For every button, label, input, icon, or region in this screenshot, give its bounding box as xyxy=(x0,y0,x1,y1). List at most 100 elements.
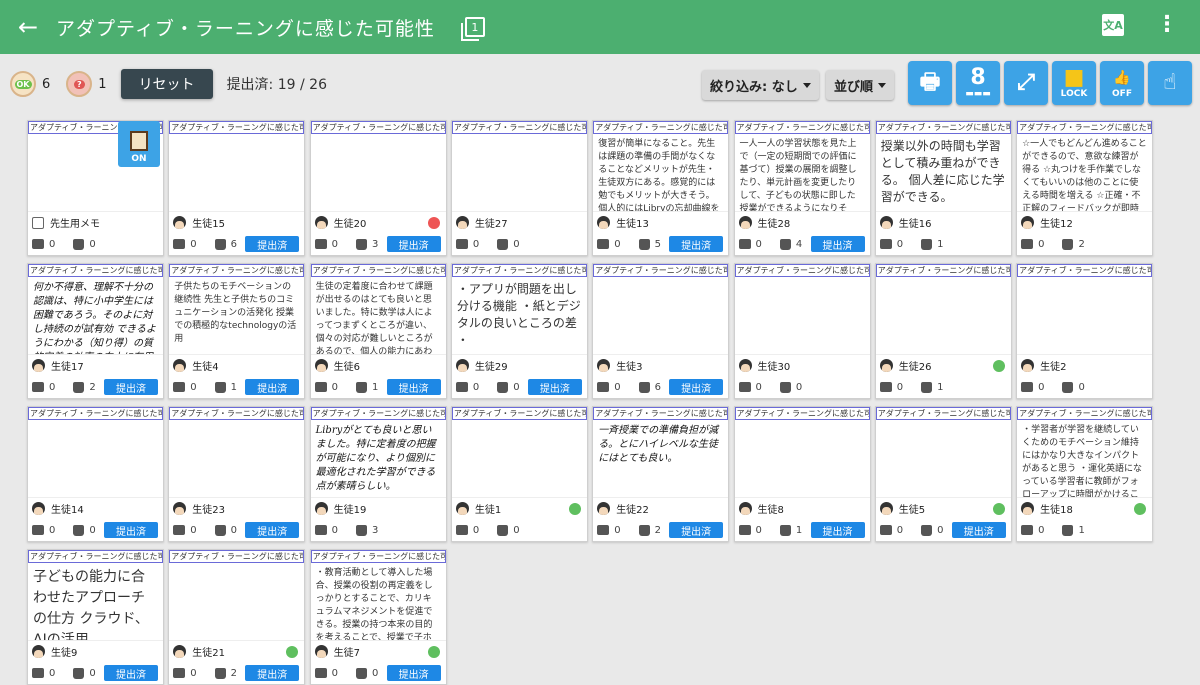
student-card[interactable]: アダプティブ・ラーニングに感じた可能性・学習者が学習を継続していくためのモチベー… xyxy=(1016,406,1154,542)
student-card[interactable]: アダプティブ・ラーニングに感じた可能性生徒21 0 2 提出済 xyxy=(168,549,306,685)
submitted-button[interactable]: 提出済 xyxy=(245,236,300,252)
student-card[interactable]: アダプティブ・ラーニングに感じた可能性子どもの能力に合わせたアプローチの仕方 ク… xyxy=(27,549,164,685)
comment-icon[interactable] xyxy=(597,382,610,392)
back-arrow-icon[interactable]: ← xyxy=(10,9,46,45)
like-icon[interactable] xyxy=(779,524,791,536)
comment-icon[interactable] xyxy=(173,239,186,249)
comment-icon[interactable] xyxy=(455,525,468,535)
like-icon[interactable] xyxy=(73,238,85,250)
count-button[interactable]: 8 ▬▬▬ xyxy=(956,61,1000,105)
like-icon[interactable] xyxy=(73,524,85,536)
like-icon[interactable] xyxy=(497,238,509,250)
comment-icon[interactable] xyxy=(455,239,468,249)
student-card[interactable]: アダプティブ・ラーニングに感じた可能性生徒2700 xyxy=(450,120,588,256)
comment-icon[interactable] xyxy=(597,525,610,535)
student-card[interactable]: アダプティブ・ラーニングに感じた可能性生徒2601 xyxy=(874,263,1012,399)
comment-icon[interactable] xyxy=(879,382,892,392)
comment-icon[interactable] xyxy=(32,239,44,249)
reset-button[interactable]: リセット xyxy=(120,69,213,99)
student-card[interactable]: アダプティブ・ラーニングに感じた可能性子供たちのモチベーションの継続性 先生と子… xyxy=(168,263,306,399)
submitted-button[interactable]: 提出済 xyxy=(245,379,300,395)
student-card[interactable]: アダプティブ・ラーニングに感じた可能性生徒8 0 1 提出済 xyxy=(733,406,871,542)
comment-icon[interactable] xyxy=(314,668,327,678)
comment-icon[interactable] xyxy=(314,525,327,535)
like-icon[interactable] xyxy=(638,524,650,536)
like-icon[interactable] xyxy=(73,667,85,679)
submitted-button[interactable]: 提出済 xyxy=(104,379,158,395)
comment-icon[interactable] xyxy=(738,525,751,535)
student-card[interactable]: アダプティブ・ラーニングに感じた可能性授業以外の時間も学習として積み重ねができる… xyxy=(874,120,1012,256)
submitted-button[interactable]: 提出済 xyxy=(527,379,582,395)
memo-on-toggle[interactable]: ON xyxy=(118,121,160,167)
comment-icon[interactable] xyxy=(173,382,186,392)
print-button[interactable]: 🖶 xyxy=(908,61,952,105)
student-card[interactable]: アダプティブ・ラーニングに感じた可能性生徒3 0 6 提出済 xyxy=(592,263,730,399)
submitted-button[interactable]: 提出済 xyxy=(245,665,300,681)
comment-icon[interactable] xyxy=(879,239,892,249)
student-card[interactable]: アダプティブ・ラーニングに感じた可能性一人一人の学習状態を見た上で（一定の短期間… xyxy=(733,120,871,256)
comment-icon[interactable] xyxy=(173,668,186,678)
submitted-button[interactable]: 提出済 xyxy=(810,236,865,252)
student-card[interactable]: アダプティブ・ラーニングに感じた可能性復習が簡単になること。先生は課題の準備の手… xyxy=(592,120,730,256)
student-card[interactable]: アダプティブ・ラーニングに感じた可能性 Libryがとても良いと思いました。特に定… xyxy=(309,406,447,542)
student-card[interactable]: アダプティブ・ラーニングに感じた可能性何か不得意、理解不十分の認識は、特に小中学… xyxy=(27,263,164,399)
student-card[interactable]: アダプティブ・ラーニングに感じた可能性生徒23 0 0 提出済 xyxy=(168,406,306,542)
question-avatar-icon[interactable]: ? xyxy=(66,71,93,97)
translate-icon[interactable]: 文A xyxy=(1102,14,1124,36)
submitted-button[interactable]: 提出済 xyxy=(104,665,158,681)
filter-dropdown[interactable]: 絞り込み: なし xyxy=(702,70,819,100)
like-icon[interactable] xyxy=(638,381,650,393)
like-icon[interactable] xyxy=(638,238,650,250)
like-icon[interactable] xyxy=(355,381,367,393)
comment-icon[interactable] xyxy=(314,382,327,392)
like-icon[interactable] xyxy=(214,524,226,536)
sort-dropdown[interactable]: 並び順 xyxy=(826,70,895,100)
student-card[interactable]: アダプティブ・ラーニングに感じた可能性 ☆一人でもどんどん進めることができるので、… xyxy=(1016,120,1154,256)
submitted-button[interactable]: 提出済 xyxy=(951,522,1006,538)
lock-button[interactable]: ■ LOCK xyxy=(1052,61,1096,105)
pointer-button[interactable]: ☝ xyxy=(1148,61,1192,105)
submitted-button[interactable]: 提出済 xyxy=(669,379,724,395)
like-icon[interactable] xyxy=(921,524,933,536)
submitted-button[interactable]: 提出済 xyxy=(669,236,724,252)
comment-icon[interactable] xyxy=(738,382,751,392)
student-card[interactable]: アダプティブ・ラーニングに感じた可能性生徒14 0 0 提出済 xyxy=(27,406,164,542)
like-icon[interactable] xyxy=(214,381,226,393)
comment-icon[interactable] xyxy=(879,525,892,535)
student-card[interactable]: アダプティブ・ラーニングに感じた可能性生徒3000 xyxy=(733,263,871,399)
comment-icon[interactable] xyxy=(455,382,468,392)
student-card[interactable]: アダプティブ・ラーニングに感じた可能性生徒20 0 3 提出済 xyxy=(309,120,447,256)
student-card[interactable]: アダプティブ・ラーニングに感じた可能性生徒15 0 6 提出済 xyxy=(168,120,306,256)
student-card[interactable]: アダプティブ・ラーニングに感じた可能性・アプリが問題を出し分ける機能 ・紙とデジ… xyxy=(450,263,588,399)
student-card[interactable]: アダプティブ・ラーニングに感じた可能性生徒の定着度に合わせて課題が出せるのはとて… xyxy=(309,263,447,399)
like-icon[interactable] xyxy=(1062,524,1074,536)
student-card[interactable]: アダプティブ・ラーニングに感じた可能性・教育活動として導入した場合、授業の役割の… xyxy=(309,549,447,685)
student-card[interactable]: アダプティブ・ラーニングに感じた可能性生徒200 xyxy=(1016,263,1154,399)
copy-icon[interactable]: 1 xyxy=(460,17,485,41)
ok-avatar-icon[interactable]: OK xyxy=(10,71,36,97)
share-network-button[interactable]: ⤢ xyxy=(1004,61,1048,105)
student-card[interactable]: アダプティブ・ラーニングに感じた可能性生徒100 xyxy=(450,406,588,542)
comment-icon[interactable] xyxy=(597,239,610,249)
comment-icon[interactable] xyxy=(1021,382,1034,392)
like-icon[interactable] xyxy=(779,381,791,393)
more-options-icon[interactable]: ⋮ xyxy=(1156,14,1178,36)
comment-icon[interactable] xyxy=(32,525,44,535)
student-card[interactable]: アダプティブ・ラーニングに感じた可能性先生用メモ00ON xyxy=(27,120,164,256)
like-icon[interactable] xyxy=(355,238,367,250)
like-icon[interactable] xyxy=(73,381,85,393)
comment-icon[interactable] xyxy=(173,525,186,535)
student-card[interactable]: アダプティブ・ラーニングに感じた可能性一斉授業での準備負担が減る。とにハイレベル… xyxy=(592,406,730,542)
comment-icon[interactable] xyxy=(738,239,751,249)
like-icon[interactable] xyxy=(921,238,933,250)
like-icon[interactable] xyxy=(355,667,367,679)
comment-icon[interactable] xyxy=(314,239,327,249)
like-icon[interactable] xyxy=(214,238,226,250)
like-icon[interactable] xyxy=(214,667,226,679)
submitted-button[interactable]: 提出済 xyxy=(386,379,441,395)
submitted-button[interactable]: 提出済 xyxy=(810,522,865,538)
like-icon[interactable] xyxy=(779,238,791,250)
student-card[interactable]: アダプティブ・ラーニングに感じた可能性生徒5 0 0 提出済 xyxy=(874,406,1012,542)
like-icon[interactable] xyxy=(921,381,933,393)
submitted-button[interactable]: 提出済 xyxy=(669,522,724,538)
